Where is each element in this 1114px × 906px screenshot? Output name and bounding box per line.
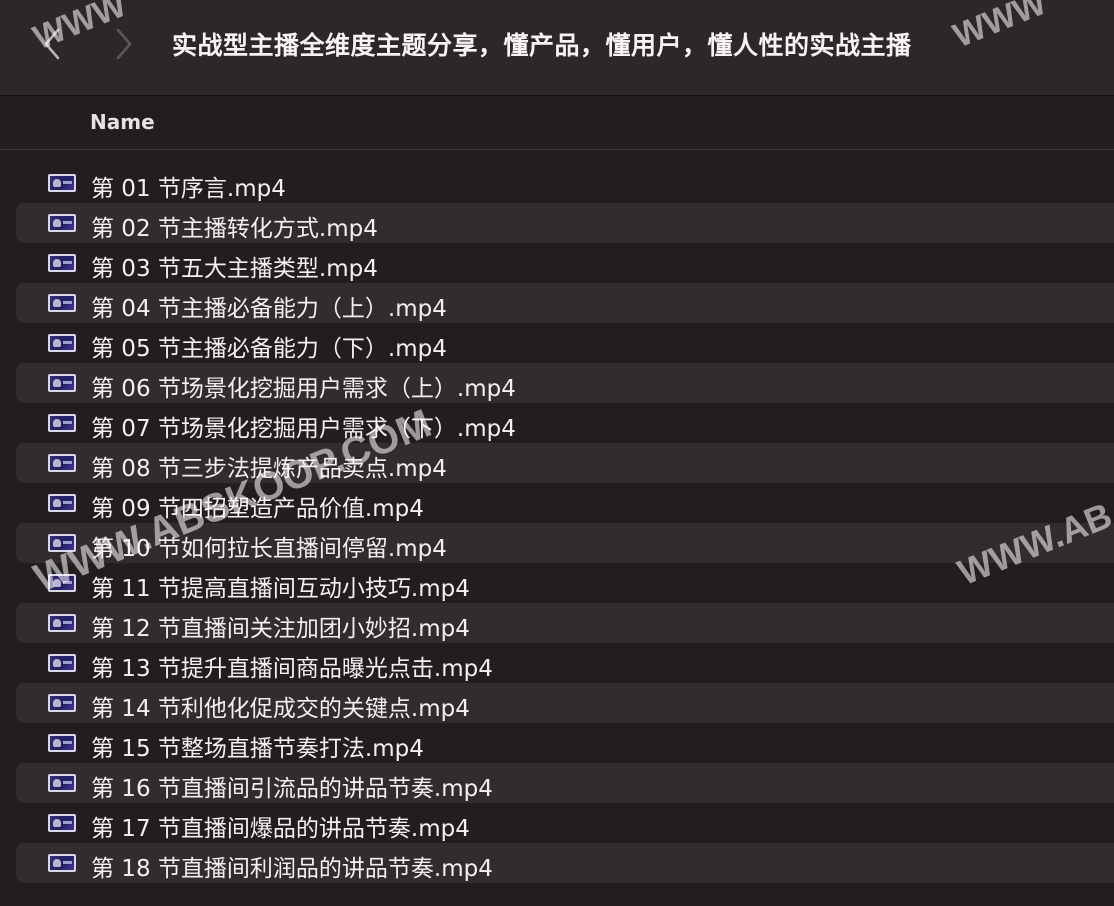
video-thumbnail-icon — [48, 694, 76, 712]
file-row[interactable]: 第 16 节直播间引流品的讲品节奏.mp4 — [16, 763, 1114, 803]
finder-toolbar: 实战型主播全维度主题分享，懂产品，懂用户，懂人性的实战主播 — [0, 0, 1114, 96]
name-column-header[interactable]: Name — [90, 110, 155, 134]
file-name: 第 02 节主播转化方式.mp4 — [91, 216, 378, 242]
file-row[interactable]: 第 15 节整场直播节奏打法.mp4 — [16, 723, 1114, 763]
video-thumbnail-icon — [48, 414, 76, 432]
file-row[interactable]: 第 10 节如何拉长直播间停留.mp4 — [16, 523, 1114, 563]
file-name: 第 13 节提升直播间商品曝光点击.mp4 — [91, 656, 493, 682]
chevron-right-icon — [116, 28, 132, 60]
file-name: 第 16 节直播间引流品的讲品节奏.mp4 — [91, 776, 493, 802]
file-name: 第 15 节整场直播节奏打法.mp4 — [91, 736, 424, 762]
file-row[interactable]: 第 12 节直播间关注加团小妙招.mp4 — [16, 603, 1114, 643]
file-name: 第 06 节场景化挖掘用户需求（上）.mp4 — [91, 376, 516, 402]
file-row[interactable]: 第 11 节提高直播间互动小技巧.mp4 — [16, 563, 1114, 603]
video-thumbnail-icon — [48, 734, 76, 752]
file-name: 第 10 节如何拉长直播间停留.mp4 — [91, 536, 447, 562]
file-row[interactable]: 第 13 节提升直播间商品曝光点击.mp4 — [16, 643, 1114, 683]
video-thumbnail-icon — [48, 494, 76, 512]
file-row[interactable]: 第 05 节主播必备能力（下）.mp4 — [16, 323, 1114, 363]
video-thumbnail-icon — [48, 294, 76, 312]
file-name: 第 04 节主播必备能力（上）.mp4 — [91, 296, 447, 322]
back-button[interactable] — [32, 22, 72, 66]
file-row[interactable]: 第 04 节主播必备能力（上）.mp4 — [16, 283, 1114, 323]
file-name: 第 07 节场景化挖掘用户需求（下）.mp4 — [91, 416, 516, 442]
video-thumbnail-icon — [48, 814, 76, 832]
file-row[interactable]: 第 09 节四招塑造产品价值.mp4 — [16, 483, 1114, 523]
video-thumbnail-icon — [48, 174, 76, 192]
file-name: 第 05 节主播必备能力（下）.mp4 — [91, 336, 447, 362]
file-name: 第 09 节四招塑造产品价值.mp4 — [91, 496, 424, 522]
video-thumbnail-icon — [48, 774, 76, 792]
file-list: 第 01 节序言.mp4 第 02 节主播转化方式.mp4 第 03 节五大主播类型… — [16, 163, 1114, 883]
file-row[interactable]: 第 03 节五大主播类型.mp4 — [16, 243, 1114, 283]
video-thumbnail-icon — [48, 454, 76, 472]
video-thumbnail-icon — [48, 214, 76, 232]
file-name: 第 03 节五大主播类型.mp4 — [91, 256, 378, 282]
file-name: 第 17 节直播间爆品的讲品节奏.mp4 — [91, 816, 470, 842]
file-row[interactable]: 第 18 节直播间利润品的讲品节奏.mp4 — [16, 843, 1114, 883]
file-name: 第 08 节三步法提炼产品卖点.mp4 — [91, 456, 447, 482]
file-name: 第 12 节直播间关注加团小妙招.mp4 — [91, 616, 470, 642]
list-header: Name — [0, 96, 1114, 150]
chevron-left-icon — [44, 28, 60, 60]
video-thumbnail-icon — [48, 854, 76, 872]
file-row[interactable]: 第 07 节场景化挖掘用户需求（下）.mp4 — [16, 403, 1114, 443]
file-name: 第 14 节利他化促成交的关键点.mp4 — [91, 696, 470, 722]
file-row[interactable]: 第 06 节场景化挖掘用户需求（上）.mp4 — [16, 363, 1114, 403]
file-name: 第 18 节直播间利润品的讲品节奏.mp4 — [91, 856, 493, 882]
video-thumbnail-icon — [48, 654, 76, 672]
file-row[interactable]: 第 17 节直播间爆品的讲品节奏.mp4 — [16, 803, 1114, 843]
file-row[interactable]: 第 02 节主播转化方式.mp4 — [16, 203, 1114, 243]
video-thumbnail-icon — [48, 574, 76, 592]
video-thumbnail-icon — [48, 334, 76, 352]
file-row[interactable]: 第 01 节序言.mp4 — [16, 163, 1114, 203]
file-name: 第 01 节序言.mp4 — [91, 176, 286, 202]
forward-button[interactable] — [104, 22, 144, 66]
file-row[interactable]: 第 14 节利他化促成交的关键点.mp4 — [16, 683, 1114, 723]
video-thumbnail-icon — [48, 374, 76, 392]
file-row[interactable]: 第 08 节三步法提炼产品卖点.mp4 — [16, 443, 1114, 483]
video-thumbnail-icon — [48, 534, 76, 552]
video-thumbnail-icon — [48, 254, 76, 272]
window-title: 实战型主播全维度主题分享，懂产品，懂用户，懂人性的实战主播 — [172, 31, 912, 60]
video-thumbnail-icon — [48, 614, 76, 632]
file-name: 第 11 节提高直播间互动小技巧.mp4 — [91, 576, 470, 602]
